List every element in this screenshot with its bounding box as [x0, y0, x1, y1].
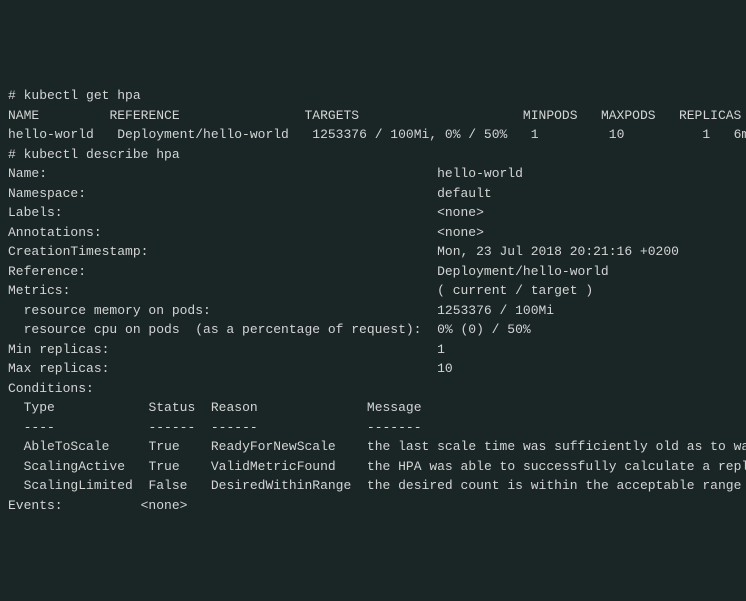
cpu-label: resource cpu on pods (as a percentage of…	[8, 322, 421, 337]
row-minpods: 1	[531, 127, 539, 142]
conditions-label: Conditions:	[8, 381, 94, 396]
metrics-value: ( current / target )	[437, 283, 593, 298]
cond3-type: ScalingLimited	[8, 478, 133, 493]
events-label: Events:	[8, 498, 63, 513]
events-value: <none>	[141, 498, 188, 513]
cond-hdr-reason: Reason	[211, 400, 258, 415]
minrep-label: Min replicas:	[8, 342, 109, 357]
cond1-type: AbleToScale	[8, 439, 109, 454]
cmd1-prompt: # kubectl get hpa	[8, 88, 141, 103]
labels-label: Labels:	[8, 205, 63, 220]
reference-value: Deployment/hello-world	[437, 264, 609, 279]
cmd2-prompt: # kubectl describe hpa	[8, 147, 180, 162]
annotations-label: Annotations:	[8, 225, 102, 240]
row-replicas: 1	[702, 127, 710, 142]
hdr-reference: REFERENCE	[109, 108, 179, 123]
cond3-message: the desired count is within the acceptab…	[367, 478, 741, 493]
annotations-value: <none>	[437, 225, 484, 240]
cond3-status: False	[148, 478, 187, 493]
cond-div-type: ----	[8, 420, 55, 435]
cond-hdr-type: Type	[8, 400, 55, 415]
hdr-name: NAME	[8, 108, 39, 123]
reference-label: Reference:	[8, 264, 86, 279]
hdr-targets: TARGETS	[304, 108, 359, 123]
name-value: hello-world	[437, 166, 523, 181]
row-targets: 1253376 / 100Mi, 0% / 50%	[312, 127, 507, 142]
namespace-label: Namespace:	[8, 186, 86, 201]
minrep-value: 1	[437, 342, 445, 357]
creation-value: Mon, 23 Jul 2018 20:21:16 +0200	[437, 244, 679, 259]
cond-div-status: ------	[148, 420, 195, 435]
cond-hdr-message: Message	[367, 400, 422, 415]
creation-label: CreationTimestamp:	[8, 244, 148, 259]
name-label: Name:	[8, 166, 47, 181]
hdr-minpods: MINPODS	[523, 108, 578, 123]
maxrep-label: Max replicas:	[8, 361, 109, 376]
metrics-label: Metrics:	[8, 283, 70, 298]
cond2-status: True	[148, 459, 179, 474]
hdr-maxpods: MAXPODS	[601, 108, 656, 123]
labels-value: <none>	[437, 205, 484, 220]
cond2-message: the HPA was able to successfully calcula…	[367, 459, 746, 474]
cond1-message: the last scale time was sufficiently old…	[367, 439, 746, 454]
cond-div-message: -------	[367, 420, 422, 435]
maxrep-value: 10	[437, 361, 453, 376]
cond-hdr-status: Status	[148, 400, 195, 415]
cond-div-reason: ------	[211, 420, 258, 435]
row-age: 6m	[734, 127, 746, 142]
cpu-value: 0% (0) / 50%	[437, 322, 531, 337]
row-name: hello-world	[8, 127, 94, 142]
row-ref: Deployment/hello-world	[117, 127, 289, 142]
hdr-replicas: REPLICAS	[679, 108, 741, 123]
cond2-type: ScalingActive	[8, 459, 125, 474]
cond3-reason: DesiredWithinRange	[211, 478, 351, 493]
row-maxpods: 10	[609, 127, 625, 142]
cond2-reason: ValidMetricFound	[211, 459, 336, 474]
mem-value: 1253376 / 100Mi	[437, 303, 554, 318]
cond1-status: True	[148, 439, 179, 454]
namespace-value: default	[437, 186, 492, 201]
cond1-reason: ReadyForNewScale	[211, 439, 336, 454]
mem-label: resource memory on pods:	[8, 303, 211, 318]
